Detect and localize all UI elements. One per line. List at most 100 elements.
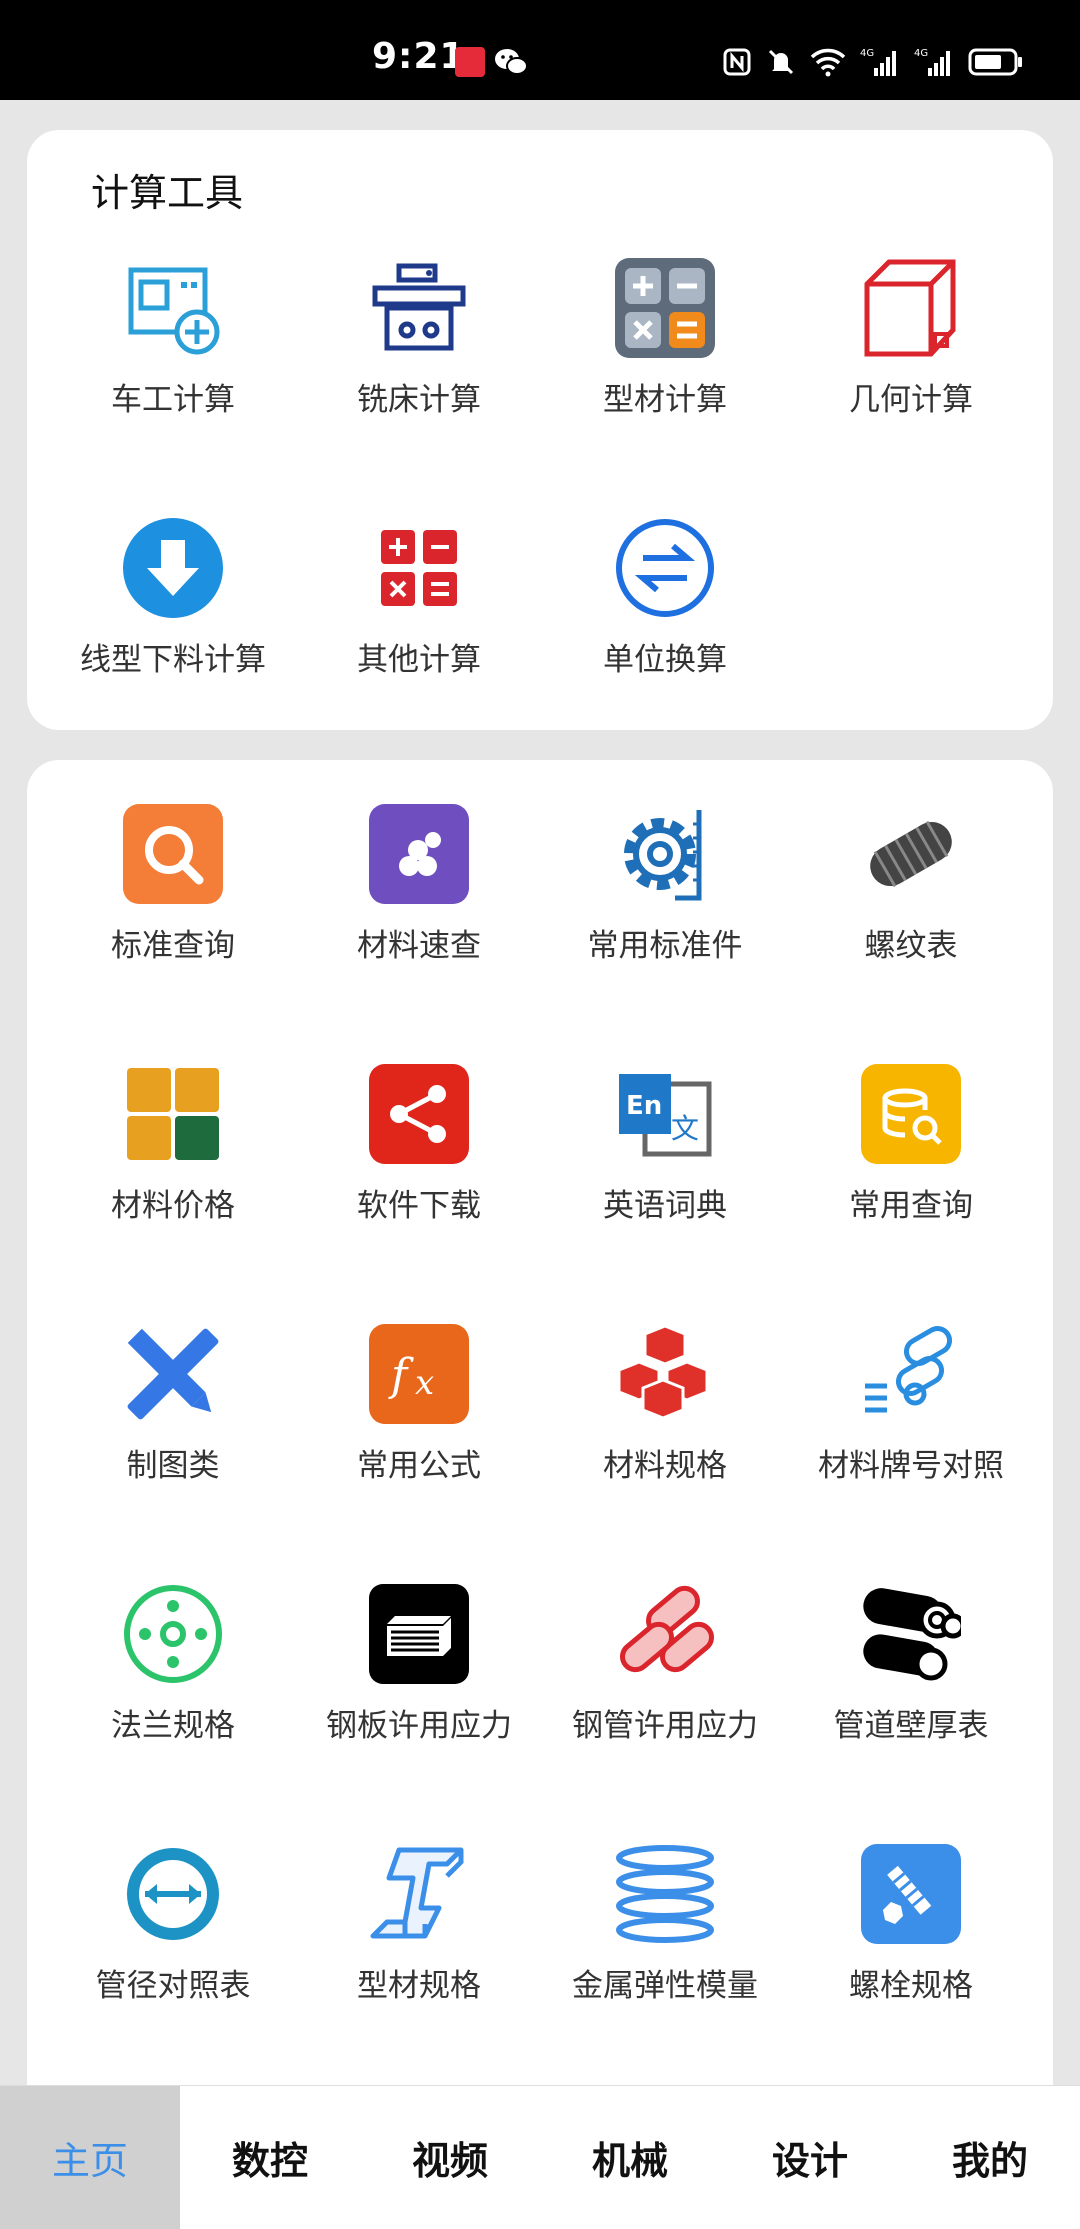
- steel-pipe-icon: [620, 1585, 714, 1673]
- svg-text:4G: 4G: [860, 48, 874, 59]
- flange-icon: [124, 1585, 222, 1683]
- tool-item-grade-compare[interactable]: 材料牌号对照: [788, 1324, 1034, 1524]
- tool-item-standard-parts[interactable]: 常用标准件: [542, 804, 788, 1004]
- nav-design[interactable]: 设计: [720, 2086, 900, 2229]
- status-time: 9:21: [372, 36, 466, 77]
- calc-tools-card: 计算工具 车工计算 铣床计算 型材计算 几何计算 线型下料计算 其他计算 单位换…: [27, 130, 1053, 730]
- tool-item-diameter[interactable]: 管径对照表: [50, 1844, 296, 2044]
- notification-app-icon: [455, 47, 485, 77]
- thread-icon: [870, 820, 952, 888]
- tool-item-label: 钢板许用应力: [326, 1708, 512, 1744]
- spring-icon: [616, 1845, 714, 1943]
- calc-item-label: 几何计算: [849, 382, 973, 418]
- tool-item-pipe-thickness[interactable]: 管道壁厚表: [788, 1584, 1034, 1784]
- database-search-icon: [861, 1064, 961, 1164]
- exchange-icon: [616, 519, 714, 617]
- signal-icon-2: 4G: [914, 48, 950, 76]
- tool-item-formula[interactable]: f x 常用公式: [296, 1324, 542, 1524]
- tool-item-label: 管径对照表: [95, 1968, 251, 2004]
- calc-item-other[interactable]: 其他计算: [296, 518, 542, 718]
- battery-icon: [968, 48, 1022, 76]
- steel-plate-icon: [369, 1584, 469, 1684]
- boxes-icon: [617, 1324, 709, 1420]
- cube-icon: [864, 259, 956, 357]
- calc-item-label: 车工计算: [111, 382, 235, 418]
- pencil-ruler-icon: [127, 1328, 219, 1420]
- download-circle-icon: [123, 518, 223, 618]
- bottom-nav: 主页 数控 视频 机械 设计 我的: [0, 2085, 1080, 2229]
- calc-item-profile[interactable]: 型材计算: [542, 258, 788, 458]
- calc-item-unit[interactable]: 单位换算: [542, 518, 788, 718]
- calc-item-lathe[interactable]: 车工计算: [50, 258, 296, 458]
- wechat-icon: [495, 49, 528, 75]
- calc-item-label: 线型下料计算: [80, 642, 266, 678]
- tool-item-steel-plate[interactable]: 钢板许用应力: [296, 1584, 542, 1784]
- tool-item-label: 常用公式: [357, 1448, 481, 1484]
- nav-mine[interactable]: 我的: [900, 2086, 1080, 2229]
- calc-item-linear-cut[interactable]: 线型下料计算: [50, 518, 296, 718]
- gear-icon: [624, 810, 702, 901]
- diameter-icon: [127, 1848, 219, 1940]
- tool-item-label: 管道壁厚表: [833, 1708, 989, 1744]
- tool-item-price[interactable]: 材料价格: [50, 1064, 296, 1264]
- tool-item-label: 常用查询: [849, 1188, 973, 1224]
- signal-icon: 4G: [860, 48, 896, 76]
- tool-item-drawing[interactable]: 制图类: [50, 1324, 296, 1524]
- bolt-icon: [861, 1844, 961, 1944]
- tool-item-label: 螺纹表: [864, 928, 958, 964]
- calculator-icon: [615, 258, 715, 358]
- tool-item-thread[interactable]: 螺纹表: [788, 804, 1034, 1004]
- calc-item-milling[interactable]: 铣床计算: [296, 258, 542, 458]
- svg-text:En: En: [626, 1091, 662, 1121]
- nav-video[interactable]: 视频: [360, 2086, 540, 2229]
- tool-item-label: 英语词典: [603, 1188, 727, 1224]
- tools-card: 标准查询 材料速查 常用标准件 螺纹表 材料价格 软件下载 En 文 英语词典 …: [27, 760, 1053, 2090]
- tool-item-label: 材料价格: [111, 1188, 235, 1224]
- share-icon: [369, 1064, 469, 1164]
- tool-item-profile-spec[interactable]: 型材规格: [296, 1844, 542, 2044]
- tool-item-label: 金属弹性模量: [572, 1968, 758, 2004]
- translate-icon: En 文: [619, 1074, 712, 1157]
- tool-item-standard[interactable]: 标准查询: [50, 804, 296, 1004]
- tool-item-download[interactable]: 软件下载: [296, 1064, 542, 1264]
- nav-cnc[interactable]: 数控: [180, 2086, 360, 2229]
- tool-item-materials[interactable]: 材料速查: [296, 804, 542, 1004]
- status-bar: 9:21 4G 4G: [0, 0, 1080, 100]
- svg-text:4G: 4G: [914, 48, 928, 59]
- tool-item-label: 制图类: [126, 1448, 220, 1484]
- tool-item-dictionary[interactable]: En 文 英语词典: [542, 1064, 788, 1264]
- tool-item-label: 型材规格: [357, 1968, 481, 2004]
- tool-item-flange[interactable]: 法兰规格: [50, 1584, 296, 1784]
- tool-item-label: 常用标准件: [587, 928, 743, 964]
- wifi-icon: [810, 48, 846, 77]
- pipes-list-icon: [865, 1326, 953, 1413]
- grid-icon: [127, 1068, 219, 1160]
- nfc-icon: [723, 48, 751, 76]
- svg-text:文: 文: [671, 1112, 699, 1145]
- ibeam-icon: [370, 1847, 464, 1939]
- svg-text:x: x: [415, 1363, 434, 1403]
- math-ops-icon: [381, 530, 457, 606]
- tool-item-elastic[interactable]: 金属弹性模量: [542, 1844, 788, 2044]
- pipe-icon: [863, 1588, 961, 1681]
- tool-item-label: 材料牌号对照: [818, 1448, 1004, 1484]
- nav-mechanical[interactable]: 机械: [540, 2086, 720, 2229]
- tool-item-common-query[interactable]: 常用查询: [788, 1064, 1034, 1264]
- tool-item-material-spec[interactable]: 材料规格: [542, 1324, 788, 1524]
- materials-icon: [369, 804, 469, 904]
- lathe-icon: [128, 267, 220, 355]
- tool-item-label: 标准查询: [111, 928, 235, 964]
- calc-item-label: 型材计算: [603, 382, 727, 418]
- nav-home[interactable]: 主页: [0, 2086, 180, 2229]
- mute-bell-icon: [768, 49, 794, 75]
- tool-item-label: 钢管许用应力: [572, 1708, 758, 1744]
- calc-item-label: 单位换算: [603, 642, 727, 678]
- section-title: 计算工具: [91, 171, 244, 215]
- tool-item-steel-pipe[interactable]: 钢管许用应力: [542, 1584, 788, 1784]
- tool-item-bolt[interactable]: 螺栓规格: [788, 1844, 1034, 2044]
- tool-item-label: 材料速查: [357, 928, 481, 964]
- tool-item-label: 法兰规格: [111, 1708, 235, 1744]
- calc-item-geometry[interactable]: 几何计算: [788, 258, 1034, 458]
- formula-icon: f x: [369, 1324, 469, 1424]
- calc-item-label: 其他计算: [357, 642, 481, 678]
